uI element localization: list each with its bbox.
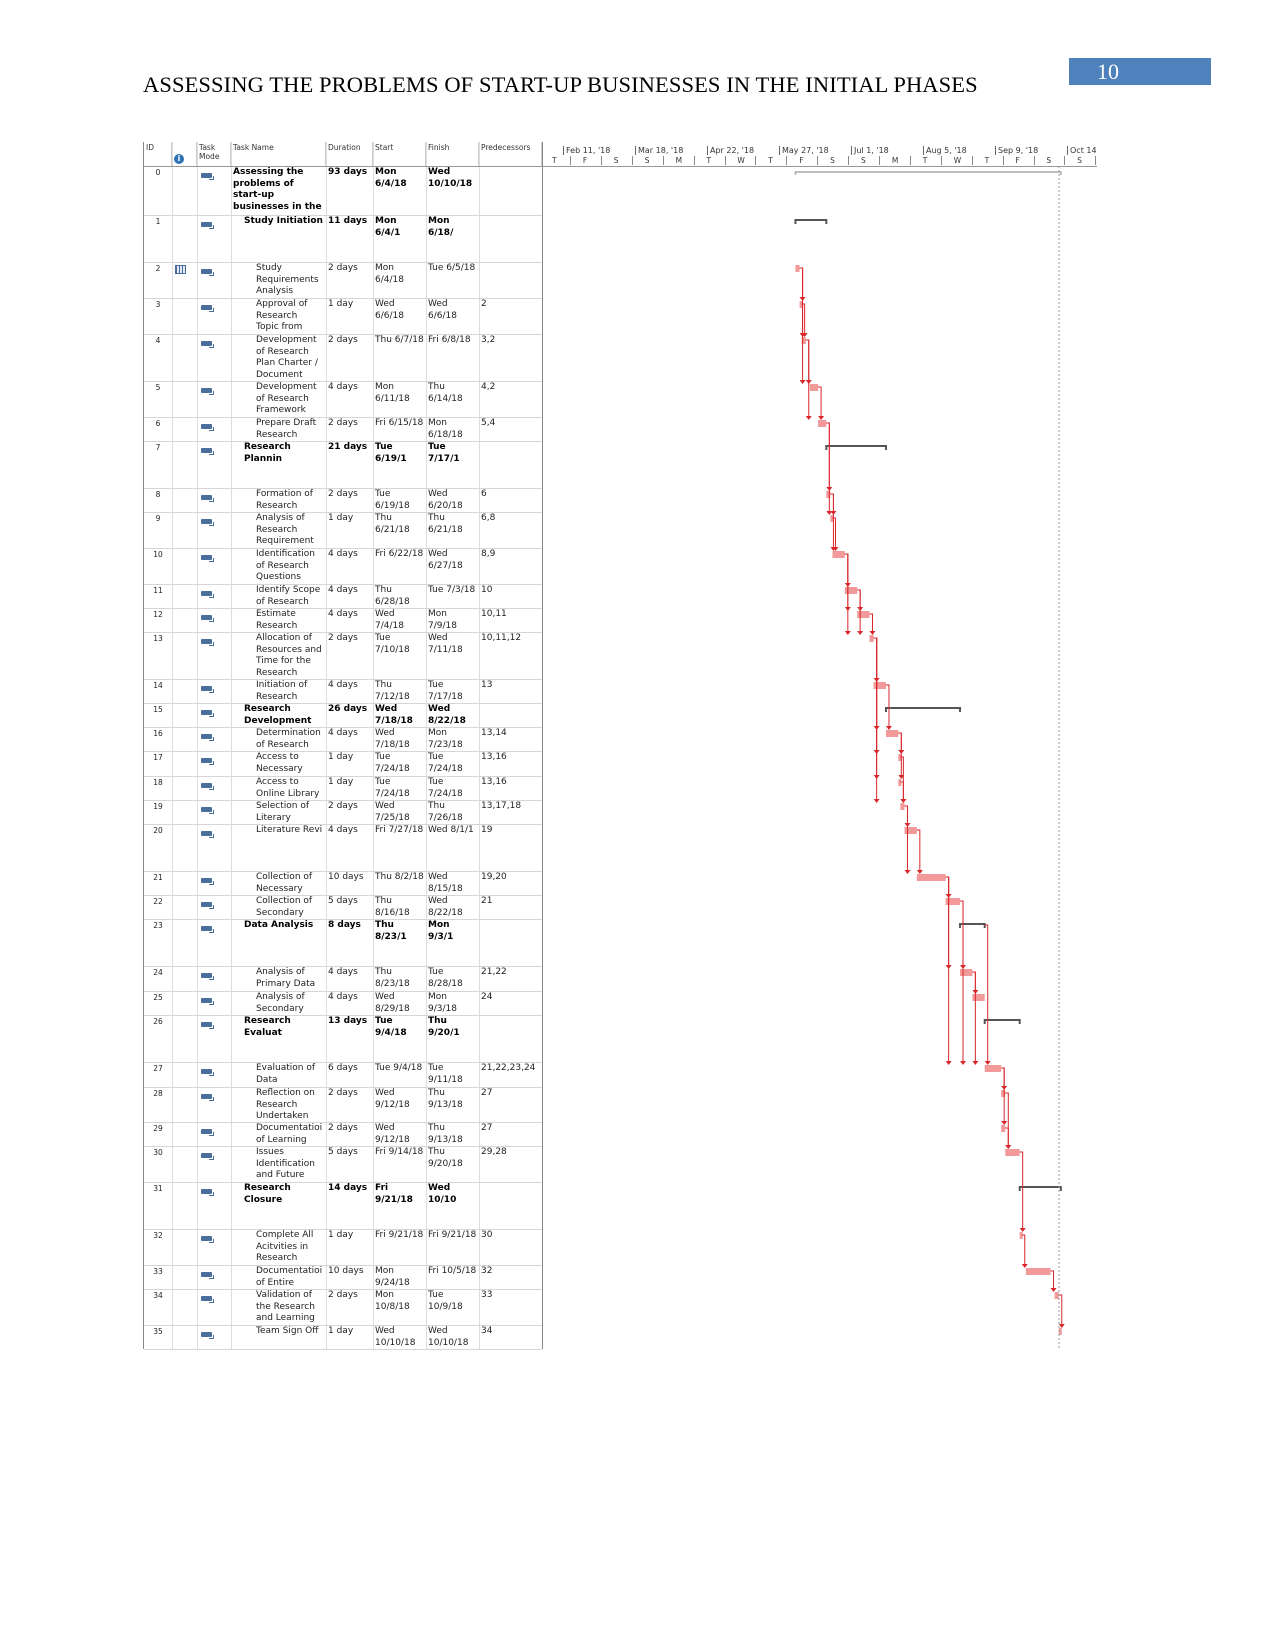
dependency-link (799, 267, 804, 382)
task-bar (869, 635, 874, 642)
task-bar (1025, 1268, 1051, 1275)
dependency-arrow (984, 1061, 991, 1065)
task-bar (900, 803, 905, 810)
dependency-link (869, 613, 874, 633)
dependency-link (818, 386, 822, 418)
task-bar (1001, 1125, 1006, 1132)
dependency-arrow (904, 870, 911, 874)
task-bar (904, 827, 917, 834)
dependency-arrow (945, 1061, 952, 1065)
task-bar (809, 384, 819, 391)
dependency-link (904, 805, 908, 872)
dependency-link (916, 829, 921, 872)
task-bar (857, 611, 870, 618)
summary-bar (884, 707, 962, 712)
dependency-arrow (1050, 1288, 1057, 1292)
dependency-arrow (900, 799, 907, 803)
summary-bar (794, 219, 828, 224)
dependency-arrow (1001, 1121, 1008, 1125)
dependency-arrow (873, 799, 880, 803)
dependency-arrow (1021, 1264, 1028, 1268)
dependency-link (805, 339, 810, 418)
task-bar (795, 265, 800, 272)
dependency-arrow (799, 380, 806, 384)
summary-bar (983, 1019, 1021, 1024)
dependency-arrow (1005, 1145, 1012, 1149)
task-bar (1054, 1292, 1059, 1299)
task-bar (945, 898, 961, 905)
summary-bar (959, 923, 986, 928)
task-bar (844, 587, 858, 594)
dependency-arrow (869, 631, 876, 635)
gantt-chart: ID i Task Mode Task Name Duration Start … (143, 142, 1097, 1350)
dependency-link (826, 422, 830, 513)
summary-bar (1018, 1186, 1062, 1191)
dependency-arrow (857, 631, 864, 635)
dependency-arrow (916, 870, 923, 874)
task-bar (972, 994, 985, 1001)
dependency-link (1005, 1092, 1009, 1147)
task-bar (916, 874, 946, 881)
task-bar (1005, 1149, 1020, 1156)
dependency-arrow (960, 1061, 967, 1065)
task-bar (984, 1065, 1002, 1072)
running-head: ASSESSING THE PROBLEMS OF START-UP BUSIN… (143, 72, 978, 97)
dependency-link (885, 684, 890, 728)
dependency-arrow (805, 416, 812, 420)
task-bar (818, 420, 827, 427)
row-divider (144, 1349, 542, 1350)
dependency-link (972, 971, 976, 1063)
task-bar (832, 551, 845, 558)
dependency-arrow (1058, 1324, 1065, 1328)
dependency-arrow (818, 416, 825, 420)
task-bar (960, 969, 973, 976)
dependency-arrow (1019, 1228, 1026, 1232)
summary-bar (825, 445, 887, 450)
task-bar (873, 682, 886, 689)
dependency-link (1050, 1270, 1055, 1290)
dependency-arrow (844, 631, 851, 635)
page-number: 10 (1069, 58, 1211, 85)
dependency-arrow (885, 726, 892, 730)
dependency-link (1021, 1234, 1026, 1266)
dependency-arrow (972, 1061, 979, 1065)
task-bar (885, 730, 899, 737)
gantt-bars (794, 166, 1065, 1349)
dependency-link (984, 924, 989, 1063)
project-summary-bar (794, 171, 1062, 175)
